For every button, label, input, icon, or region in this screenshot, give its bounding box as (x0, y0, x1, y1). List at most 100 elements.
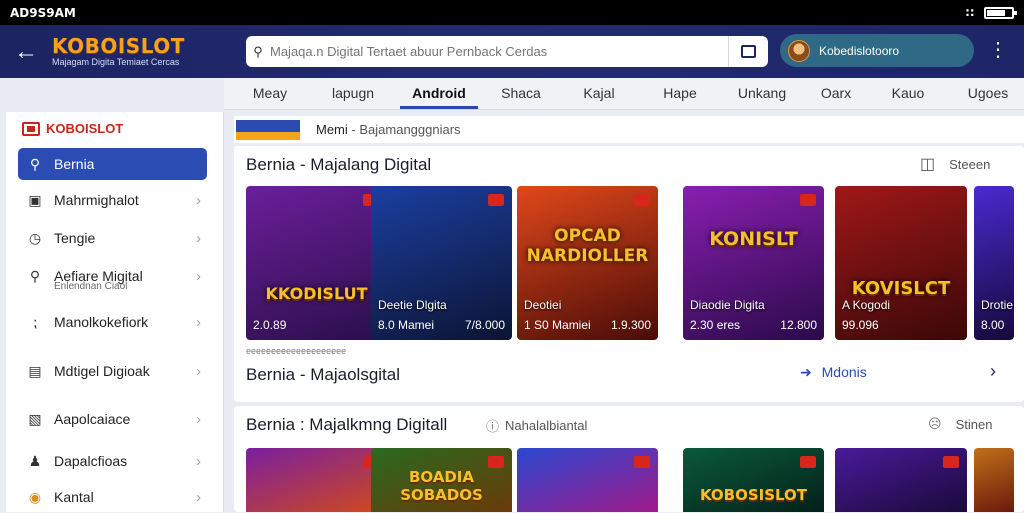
game-title: Drotie (981, 298, 1014, 312)
avatar (788, 39, 810, 62)
status-time: AD9S9AM (10, 5, 76, 20)
screen-toggle[interactable]: ◫ Steeen (920, 154, 990, 174)
tab-7[interactable]: Oarx (812, 78, 860, 109)
magnifier-icon: ⚲ (29, 267, 41, 284)
section-title: Bernia - Majalang Digital (246, 155, 432, 174)
game-card-0[interactable]: KKODISLUT 2.0.89 (246, 186, 387, 340)
game-card-2-0[interactable] (246, 448, 387, 512)
category-tabs: Meay lapugn Android Shaca Kajal Hape Unk… (224, 78, 1024, 110)
game-stat-right: 12.800 (780, 318, 817, 332)
sidebar-item-4[interactable]: ⁏ Manolkokefiork › (18, 306, 207, 338)
brand-name: KOBOISLOT (52, 34, 185, 58)
main-content: Memi - Bajamangggniars Bernia - Majalang… (234, 110, 1024, 512)
user-name: Kobedislotooro (819, 43, 900, 58)
screen-icon: ◫ (920, 156, 936, 173)
screen-toggle-label: Stinen (955, 416, 993, 432)
wifi-signal-icon: ∷ (965, 5, 974, 20)
tab-9[interactable]: Ugoes (954, 78, 1022, 109)
chat-icon: ▧ (28, 410, 42, 427)
brand-tagline: Majagam Digita Temiaet Cercas (52, 57, 180, 67)
game-card-4[interactable]: KOVISLCT A Kogodi 99.096 (835, 186, 967, 340)
sidebar-item-label: Manolkokefiork (54, 314, 149, 330)
hot-badge (943, 456, 959, 468)
game-card-2-2[interactable] (517, 448, 658, 512)
sidebar-item-label: Tengie (54, 230, 96, 246)
user-chip[interactable]: Kobedislotooro (780, 34, 974, 67)
sidebar-item-7[interactable]: ♟ Dapalcfioas › (18, 445, 207, 477)
game-stat-left: 8.00 (981, 318, 1005, 332)
tab-5[interactable]: Hape (648, 78, 712, 109)
game-card-3[interactable]: KONISLT Diaodie Digita 2.30 eres 12.800 (683, 186, 824, 340)
game-card-2[interactable]: OPCAD NARDIOLLER Deotiei 1 S0 Mamiei 1.9… (517, 186, 658, 340)
game-meta: 8.00 (981, 318, 1007, 332)
game-card-5[interactable]: Drotie 8.00 (974, 186, 1014, 340)
camera-icon (741, 45, 756, 58)
search-input[interactable] (270, 44, 728, 59)
game-card-1[interactable]: Deetie Dlgita 8.0 Mamei 7/8.000 (371, 186, 512, 340)
sidebar-item-2[interactable]: ◷ Tengie › (18, 222, 207, 254)
sidebar-item-1[interactable]: ▣ Mahrmighalot › (18, 184, 207, 216)
search-icon: ⚲ (29, 155, 41, 172)
app-bar: ← KOBOISLOT Majagam Digita Temiaet Cerca… (0, 25, 1024, 78)
wifi-icon: ⁏ (32, 313, 38, 330)
section-panel-2: Bernia : Majalkmng Digitall ⓘ Nahalalbia… (234, 406, 1024, 512)
tab-1[interactable]: lapugn (318, 78, 388, 109)
game-meta: 2.30 eres 12.800 (690, 318, 817, 332)
tab-4[interactable]: Kajal (568, 78, 630, 109)
breadcrumb: Memi - Bajamangggniars (234, 116, 1024, 143)
screen-toggle-2[interactable]: ☹ Stinen (928, 416, 992, 432)
hot-badge (488, 456, 504, 468)
sidebar-item-3[interactable]: ⚲ Aefiare Migital Enlendnan Ciaol › (18, 260, 207, 293)
status-bar: AD9S9AM ∷ (0, 0, 1024, 25)
sidebar-item-label: Bernia (54, 156, 95, 172)
game-stat-left: 2.30 eres (690, 318, 741, 332)
search-bar[interactable]: ⚲ (246, 36, 768, 67)
game-card-2-5[interactable] (974, 448, 1014, 512)
brand-logo[interactable]: KOBOISLOT Majagam Digita Temiaet Cercas (52, 36, 242, 67)
chevron-right-icon: › (196, 362, 201, 380)
breadcrumb-text: Memi - Bajamangggniars (316, 122, 461, 137)
back-arrow-icon[interactable]: ← (0, 25, 52, 78)
sidebar-item-sublabel: Enlendnan Ciaol (54, 281, 128, 292)
game-meta: 99.096 (842, 318, 960, 332)
game-art-title: KOVISLCT (851, 278, 951, 299)
camera-search-button[interactable] (728, 36, 768, 67)
hot-badge (634, 194, 650, 206)
game-card-2-3[interactable]: KOBOSISLOT (683, 448, 824, 512)
sidebar: KOBOISLOT ⚲ Bernia ▣ Mahrmighalot › ◷ Te… (6, 112, 224, 512)
game-card-2-4[interactable] (835, 448, 967, 512)
filter-chip[interactable]: ⓘ Nahalalbiantal (486, 416, 587, 435)
more-vert-icon[interactable]: ⋮ (986, 40, 1010, 60)
game-card-2-1[interactable]: BOADIA SOBADOS (371, 448, 512, 512)
sidebar-item-6[interactable]: ▧ Aapolcaiace › (18, 403, 207, 435)
sidebar-title: KOBOISLOT (46, 121, 124, 136)
section-panel-1: Bernia - Majalang Digital ◫ Steeen KKODI… (234, 146, 1024, 402)
sidebar-item-label: Mahrmighalot (54, 192, 139, 208)
tab-6[interactable]: Unkang (728, 78, 796, 109)
sidebar-item-5[interactable]: ▤ Mdtigel Digioak › (18, 355, 207, 387)
tab-0[interactable]: Meay (236, 78, 304, 109)
tab-8[interactable]: Kauo (880, 78, 936, 109)
game-meta: 8.0 Mamei 7/8.000 (378, 318, 505, 332)
hot-badge (634, 456, 650, 468)
breadcrumb-right: Bajamangggniars (359, 122, 461, 137)
chevron-right-icon: › (196, 410, 201, 428)
more-link[interactable]: ➜ Mdonis (800, 364, 867, 381)
game-title: Diaodie Digita (690, 298, 765, 312)
brand-mark-icon (22, 121, 40, 136)
sidebar-item-label: Mdtigel Digioak (54, 363, 150, 379)
tab-3[interactable]: Shaca (490, 78, 552, 109)
coin-icon: ◉ (28, 488, 42, 505)
game-stat-left: 99.096 (842, 318, 879, 332)
game-stat-right: 1.9.300 (610, 318, 651, 332)
chevron-right-icon: › (196, 229, 201, 247)
sidebar-item-0[interactable]: ⚲ Bernia (18, 148, 207, 180)
chevron-right-icon[interactable]: › (990, 361, 996, 382)
tab-2[interactable]: Android (400, 78, 478, 109)
chevron-right-icon: › (196, 267, 201, 285)
sidebar-item-label: Kantal (54, 489, 94, 505)
game-title: Deetie Dlgita (378, 298, 447, 312)
sidebar-item-8[interactable]: ◉ Kantal › (18, 481, 207, 513)
game-meta: 2.0.89 (253, 318, 380, 332)
smile-icon: ☹ (928, 416, 942, 431)
